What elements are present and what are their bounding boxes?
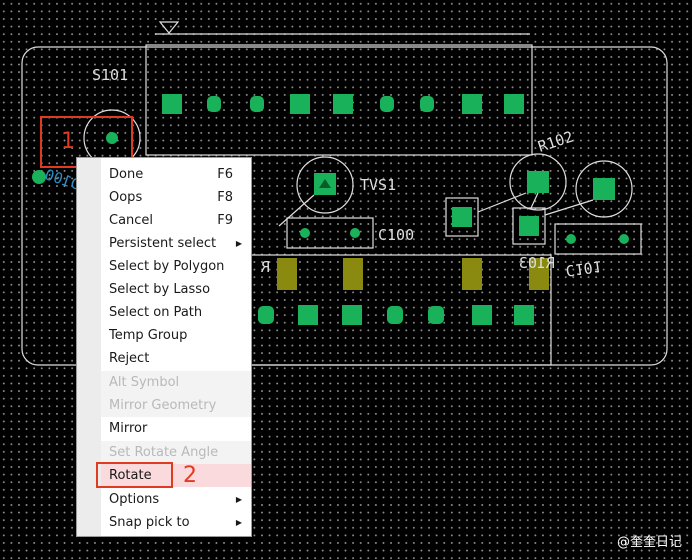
menu-item-select-by-lasso[interactable]: Select by Lasso bbox=[101, 278, 251, 301]
menu-item-mirror-geometry-label: Mirror Geometry bbox=[109, 398, 217, 413]
menu-item-set-rotate-angle: Set Rotate Angle bbox=[101, 441, 251, 464]
pad-top-6[interactable] bbox=[380, 96, 394, 112]
pad-bottom-7[interactable] bbox=[514, 305, 534, 325]
menu-item-snap-pick-to[interactable]: Snap pick to ▶ bbox=[101, 511, 251, 534]
pad-bottom-2[interactable] bbox=[298, 305, 318, 325]
c101-pad-1[interactable] bbox=[566, 234, 576, 244]
tvs1-leader bbox=[278, 194, 315, 227]
pad-top-3[interactable] bbox=[250, 96, 264, 112]
menu-item-done-label: Done bbox=[109, 167, 144, 182]
menu-item-options-label: Options bbox=[109, 492, 160, 507]
pad-top-8[interactable] bbox=[462, 94, 482, 114]
label-r103-mirrored: R103 bbox=[519, 254, 555, 272]
smd-pad-1[interactable] bbox=[277, 258, 297, 290]
smd-pads bbox=[277, 258, 549, 290]
menu-item-temp-group-label: Temp Group bbox=[109, 328, 188, 343]
callout-number-2: 2 bbox=[183, 463, 197, 488]
label-c101: C101 bbox=[564, 257, 602, 280]
menu-item-select-by-lasso-label: Select by Lasso bbox=[109, 282, 211, 297]
tvs2-leader bbox=[544, 199, 594, 216]
menu-item-mirror-label: Mirror bbox=[109, 421, 148, 436]
menu-item-mirror[interactable]: Mirror bbox=[101, 417, 251, 440]
pad-bottom-4[interactable] bbox=[387, 306, 403, 324]
menu-item-mirror-geometry: Mirror Geometry bbox=[101, 394, 251, 417]
r102-circle-pad[interactable] bbox=[527, 171, 549, 193]
watermark: @奎奎日记 bbox=[616, 535, 682, 550]
menu-item-temp-group[interactable]: Temp Group bbox=[101, 324, 251, 347]
pad-bottom-3[interactable] bbox=[342, 305, 362, 325]
menu-item-persistent-select[interactable]: Persistent select ▶ bbox=[101, 232, 251, 255]
submenu-arrow-icon: ▶ bbox=[235, 239, 242, 248]
callout-box-2 bbox=[96, 462, 173, 488]
menu-item-alt-symbol-label: Alt Symbol bbox=[109, 375, 180, 390]
label-r102: R102 bbox=[536, 128, 576, 156]
label-s101: S101 bbox=[92, 66, 128, 84]
pad-top-9[interactable] bbox=[504, 94, 524, 114]
menu-item-cancel-label: Cancel bbox=[109, 213, 154, 228]
menu-item-options[interactable]: Options ▶ bbox=[101, 488, 251, 511]
c100-outline bbox=[286, 217, 374, 249]
menu-item-alt-symbol: Alt Symbol bbox=[101, 371, 251, 394]
pad-top-5[interactable] bbox=[333, 94, 353, 114]
r102-leader-2 bbox=[530, 192, 539, 209]
menu-item-select-by-polygon[interactable]: Select by Polygon bbox=[101, 255, 251, 278]
menu-item-snap-pick-to-label: Snap pick to bbox=[109, 515, 190, 530]
menu-item-oops[interactable]: Oops F8 bbox=[101, 186, 251, 209]
r102-pad-a[interactable] bbox=[452, 207, 472, 227]
r102-pad-b[interactable] bbox=[519, 216, 539, 236]
pin1-marker bbox=[158, 21, 180, 34]
label-r101-mirrored: R bbox=[260, 258, 270, 276]
pad-top-7[interactable] bbox=[420, 96, 434, 112]
submenu-arrow-icon: ▶ bbox=[235, 518, 242, 527]
menu-item-select-by-polygon-label: Select by Polygon bbox=[109, 259, 225, 274]
menu-item-oops-label: Oops bbox=[109, 190, 143, 205]
smd-pad-3[interactable] bbox=[462, 258, 482, 290]
pad-top-2[interactable] bbox=[207, 96, 221, 112]
menu-item-oops-shortcut: F8 bbox=[217, 190, 233, 205]
menu-item-reject[interactable]: Reject bbox=[101, 347, 251, 370]
pad-top-1[interactable] bbox=[162, 94, 182, 114]
menu-item-select-on-path[interactable]: Select on Path bbox=[101, 301, 251, 324]
c100-pad-1[interactable] bbox=[300, 228, 310, 238]
pad-bottom-1[interactable] bbox=[258, 306, 274, 324]
pad-bottom-5[interactable] bbox=[428, 306, 444, 324]
menu-item-persistent-select-label: Persistent select bbox=[109, 236, 217, 251]
menu-item-done[interactable]: Done F6 bbox=[101, 163, 251, 186]
top-pad-row bbox=[162, 94, 524, 114]
smd-pad-2[interactable] bbox=[343, 258, 363, 290]
submenu-arrow-icon: ▶ bbox=[235, 495, 242, 504]
menu-item-select-on-path-label: Select on Path bbox=[109, 305, 203, 320]
label-tvs1: TVS1 bbox=[360, 176, 396, 194]
menu-item-cancel[interactable]: Cancel F9 bbox=[101, 209, 251, 232]
callout-number-1: 1 bbox=[61, 129, 75, 154]
pad-bottom-6[interactable] bbox=[472, 305, 492, 325]
menu-item-set-rotate-angle-label: Set Rotate Angle bbox=[109, 445, 219, 460]
tvs2-pad[interactable] bbox=[593, 178, 615, 200]
menu-item-done-shortcut: F6 bbox=[217, 167, 233, 182]
c100-pad-2[interactable] bbox=[350, 228, 360, 238]
label-c100: C100 bbox=[378, 226, 414, 244]
bottom-pad-row bbox=[258, 305, 534, 325]
menu-item-cancel-shortcut: F9 bbox=[217, 213, 233, 228]
menu-item-reject-label: Reject bbox=[109, 351, 150, 366]
c101-pad-2[interactable] bbox=[619, 234, 629, 244]
pad-top-4[interactable] bbox=[290, 94, 310, 114]
